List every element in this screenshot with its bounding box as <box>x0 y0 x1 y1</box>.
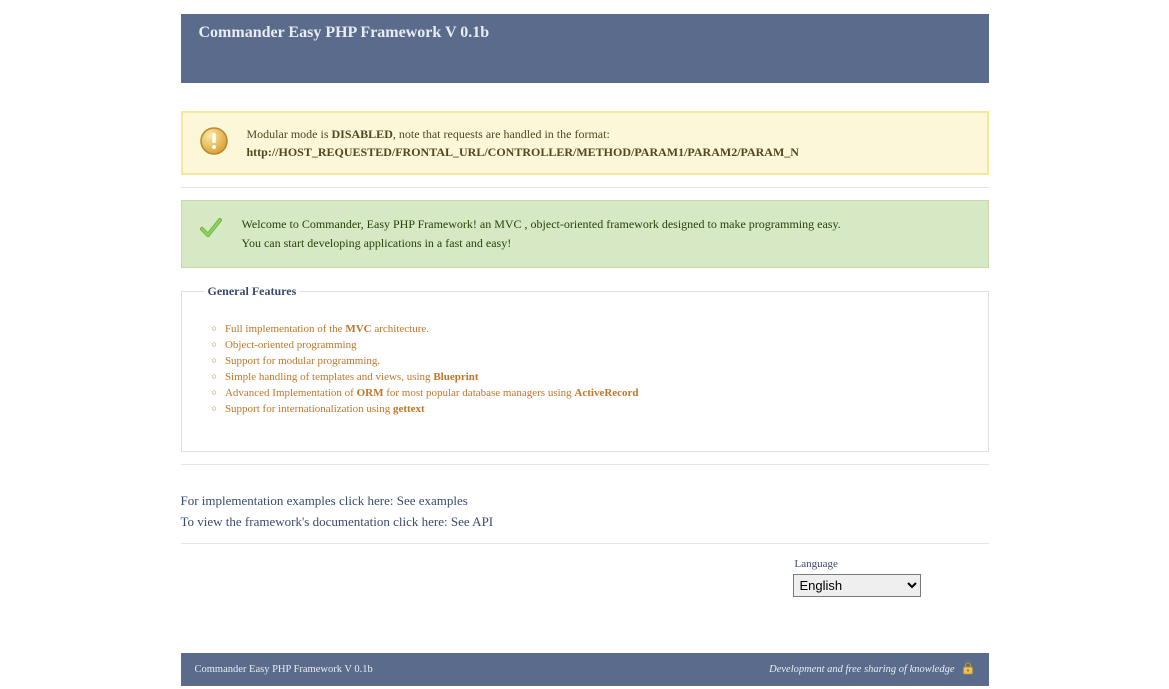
feature-list: Full implementation of the MVC architect… <box>212 321 970 417</box>
welcome-box: Welcome to Commander, Easy PHP Framework… <box>181 200 989 268</box>
features-legend: General Features <box>204 284 301 299</box>
check-icon <box>198 215 224 245</box>
list-item: Support for modular programming. <box>212 353 970 369</box>
notice-text: Modular mode is DISABLED, note that requ… <box>247 125 799 161</box>
language-select[interactable]: English <box>793 574 921 597</box>
divider <box>181 464 989 465</box>
list-item: Simple handling of templates and views, … <box>212 369 970 385</box>
warning-icon <box>199 126 229 160</box>
divider <box>181 187 989 188</box>
notice-box: Modular mode is DISABLED, note that requ… <box>181 111 989 175</box>
page-header: Commander Easy PHP Framework V 0.1b <box>181 14 989 83</box>
links-block: For implementation examples click here: … <box>181 491 989 533</box>
language-label: Language <box>793 558 838 570</box>
list-item: Full implementation of the MVC architect… <box>212 321 970 337</box>
list-item: Support for internationalization using g… <box>212 401 970 417</box>
api-line: To view the framework's documentation cl… <box>181 512 989 533</box>
page-title: Commander Easy PHP Framework V 0.1b <box>199 24 490 41</box>
page-footer: Commander Easy PHP Framework V 0.1b Deve… <box>181 653 989 686</box>
see-examples-link[interactable]: See examples <box>397 493 468 508</box>
features-fieldset: General Features Full implementation of … <box>181 284 989 452</box>
list-item: Advanced Implementation of ORM for most … <box>212 385 970 401</box>
page-container: Commander Easy PHP Framework V 0.1b Modu… <box>181 14 989 686</box>
footer-right: Development and free sharing of knowledg… <box>769 661 974 678</box>
examples-line: For implementation examples click here: … <box>181 491 989 512</box>
url-format: http://HOST_REQUESTED/FRONTAL_URL/CONTRO… <box>247 145 799 159</box>
language-block: Language English <box>181 543 989 597</box>
lock-icon <box>961 661 975 678</box>
list-item: Object-oriented programming <box>212 337 970 353</box>
footer-left: Commander Easy PHP Framework V 0.1b <box>195 664 373 675</box>
see-api-link[interactable]: See API <box>451 514 493 529</box>
welcome-text: Welcome to Commander, Easy PHP Framework… <box>242 215 841 253</box>
